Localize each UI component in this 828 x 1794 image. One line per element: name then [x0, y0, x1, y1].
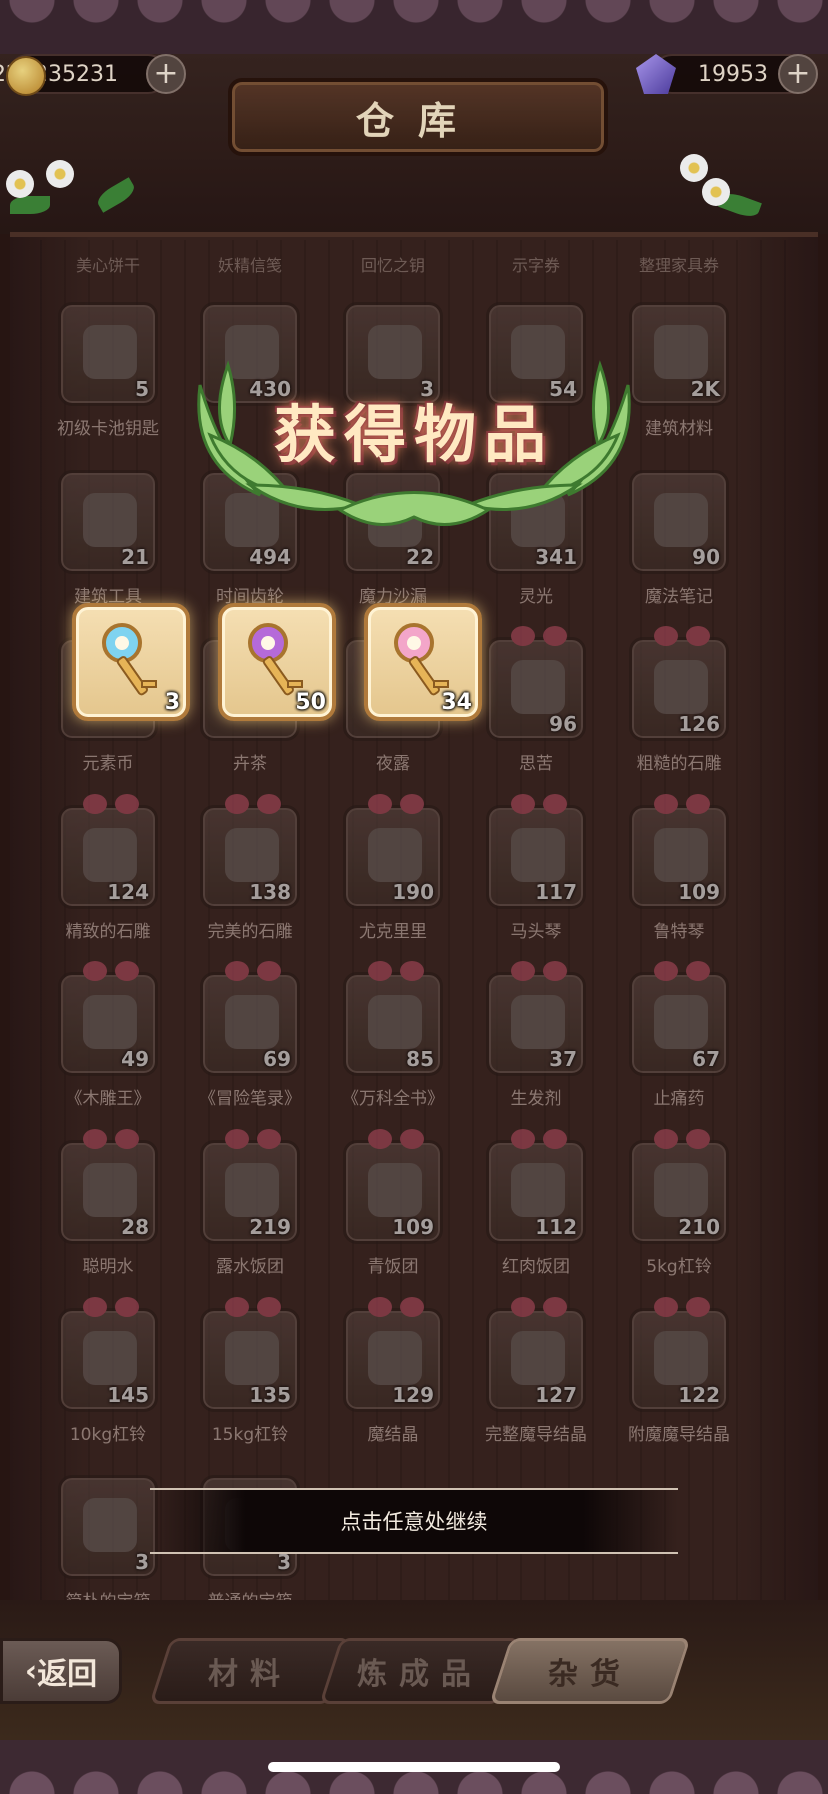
- crystal-key-icon: [102, 623, 157, 696]
- tab-label: 炼成品: [357, 1657, 483, 1692]
- tab-crafted[interactable]: 炼成品: [319, 1638, 521, 1704]
- continue-text: 点击任意处继续: [340, 1510, 488, 1534]
- reward-count: 34: [441, 690, 472, 715]
- home-indicator[interactable]: [268, 1762, 560, 1772]
- obtained-title: 获得物品: [273, 398, 554, 471]
- reward-slot[interactable]: 50: [218, 603, 336, 721]
- amethyst-key-icon: [248, 623, 303, 696]
- rainbow-key-icon: [394, 623, 449, 696]
- tab-label: 材料: [208, 1657, 292, 1692]
- tab-label: 杂货: [548, 1657, 632, 1692]
- back-button[interactable]: ‹ 返回: [0, 1638, 122, 1704]
- tap-to-continue-banner[interactable]: 点击任意处继续: [150, 1488, 678, 1554]
- chevron-left-icon: ‹: [24, 1653, 38, 1689]
- tab-sundries[interactable]: 杂货: [489, 1638, 691, 1704]
- reward-slot[interactable]: 3: [72, 603, 190, 721]
- tab-materials[interactable]: 材料: [149, 1638, 351, 1704]
- reward-count: 50: [295, 690, 326, 715]
- reward-slot[interactable]: 34: [364, 603, 482, 721]
- reward-count: 3: [164, 690, 180, 715]
- back-label: 返回: [37, 1657, 98, 1692]
